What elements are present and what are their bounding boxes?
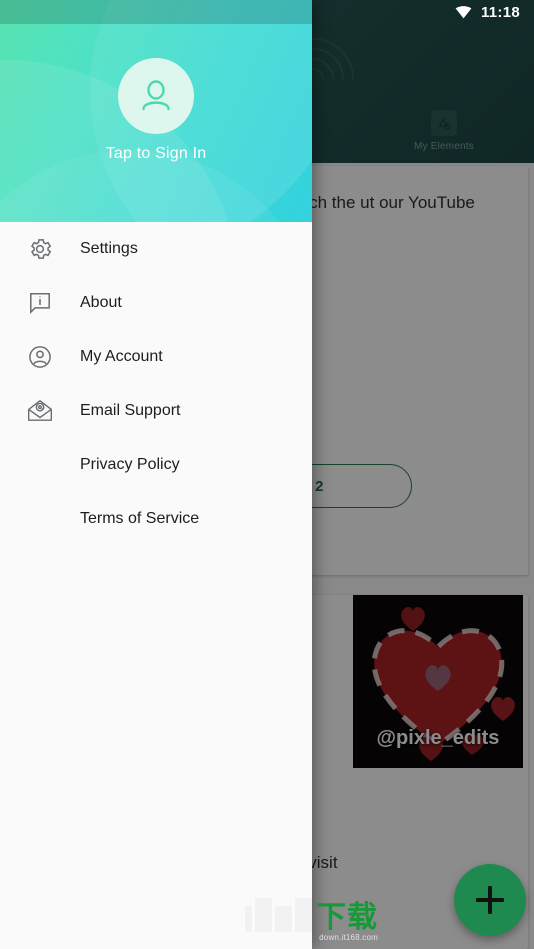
status-bar: 11:18 (0, 0, 534, 24)
sidebar-item-settings[interactable]: Settings (0, 222, 312, 276)
info-bubble-icon (16, 290, 64, 316)
sidebar-item-terms-of-service[interactable]: Terms of Service (0, 492, 312, 546)
sidebar-item-privacy-policy-label: Privacy Policy (80, 456, 180, 473)
tap-to-sign-in-label[interactable]: Tap to Sign In (0, 145, 312, 163)
sidebar-item-email-support[interactable]: Email Support (0, 384, 312, 438)
wifi-icon (455, 5, 472, 19)
sidebar-item-about[interactable]: About (0, 276, 312, 330)
drawer-header[interactable]: Tap to Sign In (0, 0, 312, 222)
gear-icon (16, 236, 64, 262)
sidebar-item-my-account[interactable]: My Account (0, 330, 312, 384)
email-at-icon (16, 397, 64, 425)
app-root: on My Elements he first motion graphics … (0, 0, 534, 949)
add-fab-button[interactable] (454, 864, 526, 936)
sidebar-item-settings-label: Settings (80, 240, 138, 257)
sidebar-item-terms-of-service-label: Terms of Service (80, 510, 200, 527)
sidebar-item-email-support-label: Email Support (80, 402, 181, 419)
sidebar-item-privacy-policy[interactable]: Privacy Policy (0, 438, 312, 492)
person-avatar-icon[interactable] (118, 58, 194, 134)
plus-icon (476, 886, 504, 914)
account-circle-icon (16, 344, 64, 370)
navigation-drawer: Tap to Sign In Settings About My Account… (0, 0, 312, 949)
sidebar-item-my-account-label: My Account (80, 348, 163, 365)
status-bar-clock: 11:18 (480, 3, 520, 21)
sidebar-item-about-label: About (80, 294, 122, 311)
drawer-menu: Settings About My Account Email Support … (0, 222, 312, 546)
